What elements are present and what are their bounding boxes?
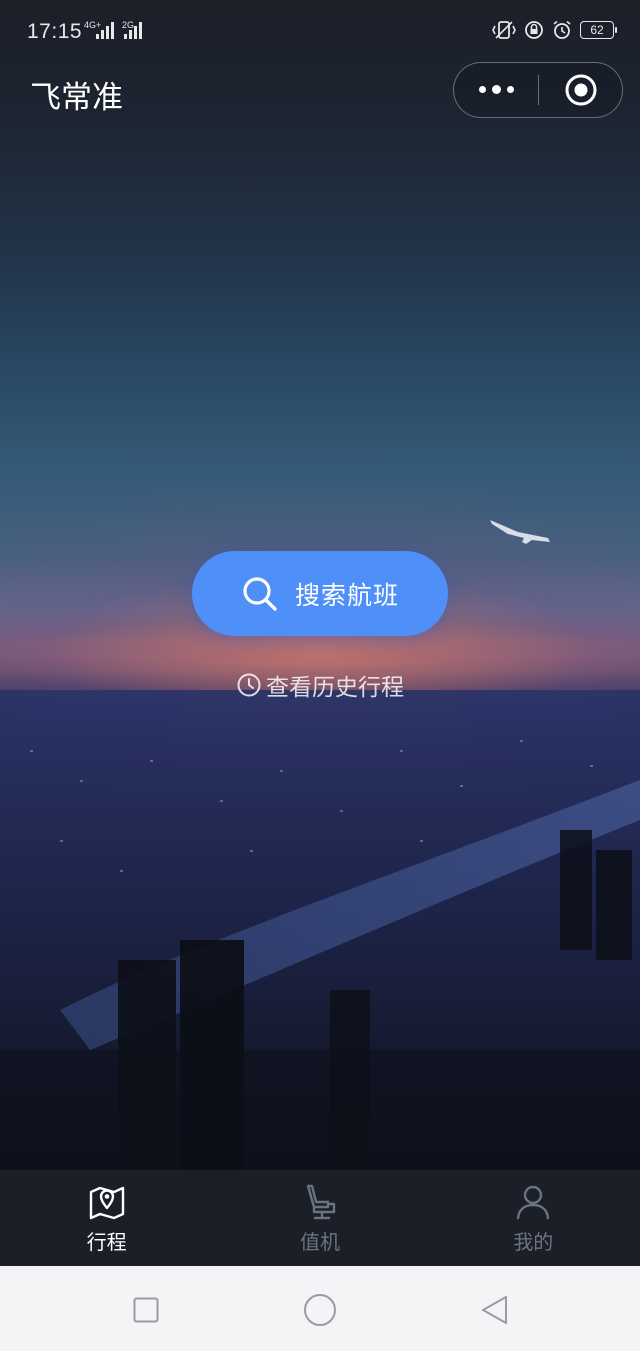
tab-checkin-label: 值机 [299,1230,340,1254]
airplane-image [490,520,550,544]
close-button[interactable] [539,63,622,116]
tab-mine-label: 我的 [513,1230,554,1254]
tab-checkin[interactable]: 值机 [213,1170,426,1266]
vibrate-icon [492,21,516,39]
recent-apps-icon [133,1297,159,1323]
status-icons: 62 [492,20,617,40]
status-time: 17:15 [27,20,83,43]
clock-icon [237,673,261,697]
more-button[interactable] [454,63,538,116]
lock-rotation-icon [525,21,543,39]
city-skyline-image [0,690,640,1170]
history-trips-label: 查看历史行程 [266,675,404,701]
more-dots-icon [491,85,501,94]
signal-strength-sim2-icon [124,22,142,39]
more-dots-icon [506,86,514,93]
user-icon [517,1185,550,1220]
battery-icon: 62 [580,21,617,39]
search-icon [243,576,277,611]
page-title: 飞常准 [30,80,123,116]
tab-mine[interactable]: 我的 [427,1170,640,1266]
search-flight-button[interactable]: 搜索航班 [192,551,448,636]
tab-trips[interactable]: 行程 [0,1170,213,1266]
target-close-icon [565,74,596,105]
home-button[interactable] [300,1292,340,1328]
home-icon [304,1294,336,1326]
signal-strength-sim1-icon [96,22,114,39]
bottom-tab-bar: 行程 值机 我的 [0,1170,640,1266]
more-dots-icon [478,86,486,93]
status-bar: 17:15 4G+ 2G 62 [0,0,640,66]
alarm-icon [553,20,571,39]
back-icon [482,1296,507,1324]
system-navigation-bar [0,1266,640,1351]
search-flight-label: 搜索航班 [294,580,399,610]
seat-icon [306,1184,336,1220]
recent-apps-button[interactable] [126,1292,166,1328]
tab-trips-label: 行程 [86,1230,127,1254]
mini-program-capsule [453,62,623,118]
map-pin-icon [89,1186,124,1220]
back-button[interactable] [474,1292,514,1328]
history-trips-link[interactable]: 查看历史行程 [0,668,640,702]
